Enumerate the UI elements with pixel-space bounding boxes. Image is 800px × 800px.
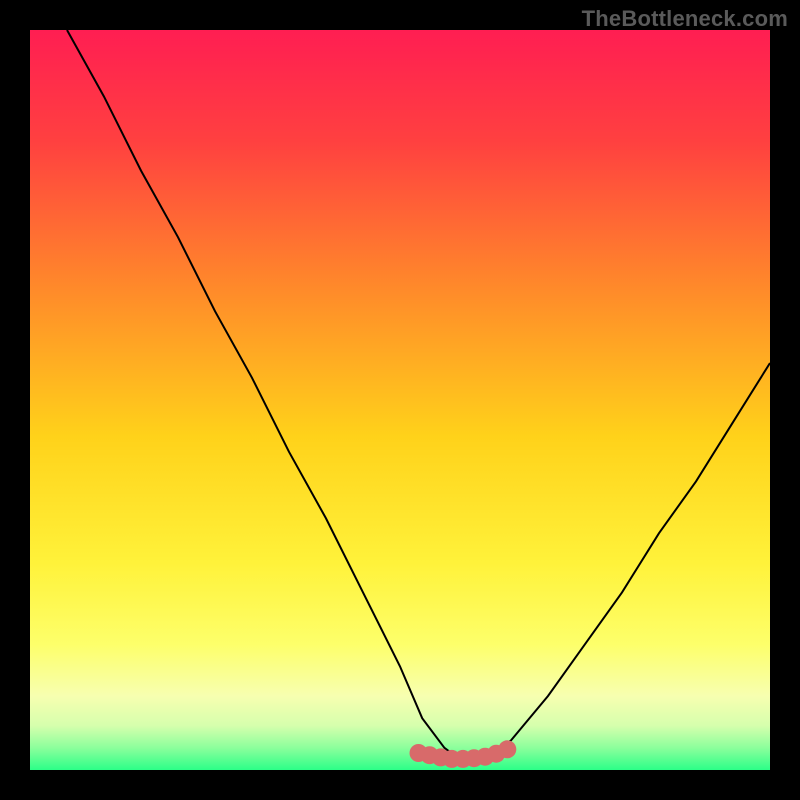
gradient-background (30, 30, 770, 770)
chart-container: TheBottleneck.com (0, 0, 800, 800)
plot-area (30, 30, 770, 770)
valley-marker-dot (498, 740, 516, 758)
plot-svg (30, 30, 770, 770)
watermark-label: TheBottleneck.com (582, 6, 788, 32)
